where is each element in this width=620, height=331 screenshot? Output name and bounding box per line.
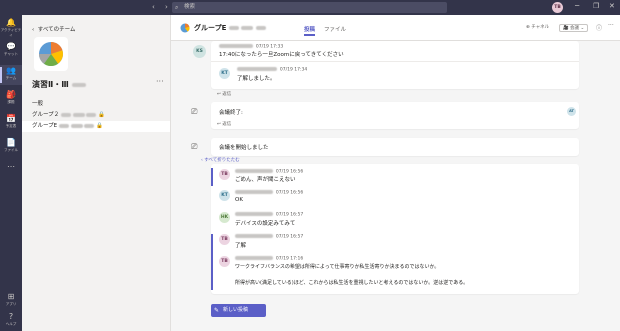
message-meta: 07/19 17:34 [237,67,307,73]
rail-activity[interactable]: 🔔 アクティビティ [0,17,22,37]
nav-arrows[interactable]: ‹ › [152,3,172,11]
channel-group2[interactable]: グループ２ 🔒 [22,110,170,121]
avatar[interactable]: KT [219,68,230,79]
avatar[interactable]: TB [219,169,230,180]
avatar[interactable]: KS [193,45,206,58]
message-area: KS 07/19 17:33 17:40になったら一旦Zoomに戻ってきてくださ… [171,41,620,331]
new-post-button[interactable]: ✎ 新しい投稿 [211,304,266,317]
channel-logo-icon [180,23,190,33]
team-logo [34,37,68,71]
reply-link[interactable]: ↩ 返信 [217,91,231,97]
apps-icon: ⊞ [7,292,15,301]
message-text: ごめん、声が聞こえない [235,177,296,183]
team-name: 演習Ⅱ・Ⅲ [32,79,86,90]
meeting-started-text: 会議を開始しました [219,145,269,151]
rail-help[interactable]: ? ヘルプ [0,311,22,331]
user-avatar[interactable]: TB [552,2,563,13]
meeting-ended-card: 会議終了: AT ↩ 返信 [211,102,579,129]
channel-groupE[interactable]: グループE 🔒 [22,121,170,132]
tab-files[interactable]: ファイル [324,25,346,33]
message-meta: 07/19 16:56 [235,169,303,175]
channel-general[interactable]: 一般 [22,99,170,110]
rail-assignments[interactable]: 🎒 課題 [0,89,22,109]
channel-info-button[interactable]: ⊕ チャネル [526,24,549,30]
restore-button[interactable]: ❐ [593,2,599,10]
lock-icon: 🔒 [96,123,104,129]
title-bar: ‹ › ⌕ 検索 TB ─ ❐ ✕ [0,0,620,15]
message-text: 了解しました。 [237,76,276,82]
search-placeholder: 検索 [184,4,196,10]
rail-more[interactable]: ⋯ [0,161,22,181]
tab-posts[interactable]: 投稿 [304,25,316,36]
reply-link[interactable]: ↩ 返信 [217,121,231,127]
rail-apps[interactable]: ⊞ アプリ [0,291,22,311]
teams-icon: 👥 [6,66,16,75]
thread-card: TB 07/19 16:56 ごめん、声が聞こえない KT 07/19 16:5… [211,164,579,294]
avatar[interactable]: TB [219,256,230,267]
channel-list-pane: ‹ すべてのチーム 演習Ⅱ・Ⅲ ··· 一般 グループ２ 🔒 グループE 🔒 [22,15,171,331]
message-text: デバイスの設定みてみて [235,221,296,227]
unread-indicator [211,234,213,290]
info-icon[interactable]: ⓘ [596,23,602,32]
app-rail: 🔔 アクティビティ 💬 チャット 👥 チーム 🎒 課題 📅 予定表 📄 ファイル ⋯ ⊞ アプ… [0,15,22,331]
calendar-icon: 📅 [6,114,16,123]
files-icon: 📄 [6,138,16,147]
rail-teams[interactable]: 👥 チーム [0,65,22,85]
channel-header: グループE 投稿 ファイル ⊕ チャネル 🎥 会議 ⌄ ⓘ ··· [171,15,620,41]
meeting-icon: ⎚ [191,142,198,151]
search-icon: ⌕ [175,4,179,11]
message-meta: 07/19 17:16 [235,256,303,262]
team-more-options[interactable]: ··· [156,77,164,86]
unread-indicator [211,168,213,186]
help-icon: ? [8,312,14,321]
assignments-icon: 🎒 [6,90,16,99]
message-meta: 07/19 16:56 [235,190,303,196]
avatar[interactable]: HK [219,212,230,223]
bell-icon: 🔔 [6,18,16,27]
more-icon: ⋯ [7,162,15,171]
search-input[interactable]: ⌕ 検索 [172,2,447,13]
rail-chat[interactable]: 💬 チャット [0,41,22,61]
message-text: 17:40になったら一旦Zoomに戻ってきてください [219,52,344,58]
message-meta: 07/19 17:33 [219,44,283,50]
message-text-line2: 所得が高い(満足している)ほど、これからは私生活を重視したいと考えるのではないか… [235,280,469,286]
close-window-button[interactable]: ✕ [609,2,615,10]
message-text: 了解 [235,243,247,249]
chat-icon: 💬 [6,42,16,51]
rail-calendar[interactable]: 📅 予定表 [0,113,22,133]
avatar[interactable]: TB [219,234,230,245]
avatar: AT [567,107,576,116]
collapse-all-link[interactable]: ‹ すべて折りたたむ [201,157,240,163]
message-text: OK [235,197,243,203]
channel-title: グループE [194,23,266,33]
avatar[interactable]: KT [219,190,230,201]
message-card: 07/19 17:33 17:40になったら一旦Zoomに戻ってきてください K… [211,41,579,89]
back-to-all-teams[interactable]: ‹ すべてのチーム [32,25,75,33]
meeting-ended-text: 会議終了: [219,110,243,116]
message-meta: 07/19 16:57 [235,212,303,218]
compose-icon: ✎ [214,307,220,314]
meeting-icon: ⎚ [191,107,198,116]
lock-icon: 🔒 [98,112,106,118]
meet-button[interactable]: 🎥 会議 ⌄ [559,24,589,32]
more-options-icon[interactable]: ··· [608,22,614,29]
message-text: ワークライフバランスの希望は所得によって仕事寄りか私生活寄りか決まるのではないか… [235,264,440,270]
message-meta: 07/19 16:57 [235,234,303,240]
meeting-started-card: 会議を開始しました [211,138,579,156]
minimize-button[interactable]: ─ [575,2,579,10]
rail-files[interactable]: 📄 ファイル [0,137,22,157]
